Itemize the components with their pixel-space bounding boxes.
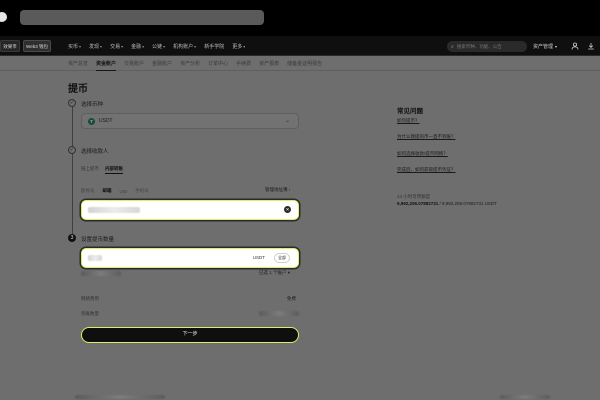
chevron-down-icon: ▾ <box>121 43 124 49</box>
next-button[interactable]: 下一步 <box>81 327 299 343</box>
faq-item[interactable]: 为什么我提的币一直不到账？ <box>397 134 456 140</box>
daily-limit-label: 24 小时可用额度 <box>397 194 431 199</box>
step2-label: 选择收款人 <box>81 149 109 155</box>
app-header: 效果币 Web3 钱包 买币 ▾ 发现 ▾ 交易 ▾ 金融 ▾ 公链 ▾ 机构账户 ▾ 新手… <box>0 36 600 56</box>
chevron-down-icon: ⌄ <box>284 118 290 124</box>
redacted-footer-text <box>500 395 550 399</box>
withdraw-all-button[interactable]: 全部 <box>274 253 290 263</box>
step1-label: 选择币种 <box>81 102 104 108</box>
chevron-down-icon: ▾ <box>100 43 103 49</box>
faq-title: 常见问题 <box>397 108 423 115</box>
chevron-down-icon: ▾ <box>142 43 145 49</box>
subnav-asset-analysis[interactable]: 资产分析 <box>180 57 200 71</box>
nav-item-trade[interactable]: 交易 ▾ <box>110 43 123 50</box>
bottom-redacted-row <box>0 392 600 400</box>
step2-check-icon: ✓ <box>68 146 76 154</box>
usdt-coin-icon: T <box>88 117 95 125</box>
chevron-down-icon: ▾ <box>194 43 197 49</box>
coin-select[interactable]: T USDT ⌄ <box>81 113 299 129</box>
clear-icon[interactable]: ✕ <box>284 206 291 213</box>
selected-accounts-dropdown[interactable]: 已选 1 个账户 ▾ <box>259 270 290 276</box>
daily-limit-value: 9,992,206.07882731 / 9,992,206.07882731 … <box>397 201 497 206</box>
nav-item-institutional[interactable]: 机构账户 ▾ <box>173 43 196 50</box>
search-placeholder: 搜索币种、功能、公告 <box>456 43 502 49</box>
browser-top-bar <box>0 0 600 36</box>
subnav-proof-of-reserves[interactable]: 储备金证明报告 <box>287 57 322 71</box>
faq-item[interactable]: 完成后，如何获取提币凭证？ <box>397 167 456 173</box>
chevron-down-icon: ▾ <box>79 43 82 49</box>
main-nav: 买币 ▾ 发现 ▾ 交易 ▾ 金融 ▾ 公链 ▾ 机构账户 ▾ 新手学院 更多 ▾ <box>68 36 245 56</box>
subnav-trading-account[interactable]: 交易账户 <box>124 57 144 71</box>
nav-item-finance[interactable]: 金融 ▾ <box>131 43 144 50</box>
stepper-line <box>71 104 73 239</box>
method-email[interactable]: 邮箱 <box>103 188 112 194</box>
tab-internal-transfer[interactable]: 内部转账 <box>105 164 123 174</box>
url-bar[interactable] <box>20 10 264 25</box>
user-icon[interactable] <box>571 42 579 50</box>
redacted-footer-text <box>75 395 165 399</box>
coin-name: USDT <box>99 118 113 124</box>
network-fee-label: 网络费用 <box>81 296 99 301</box>
nav-item-chain[interactable]: 公链 ▾ <box>152 43 165 50</box>
sub-nav: 资产总览 资金账户 交易账户 金融账户 资产分析 订单中心 手续费 资产报表 储… <box>0 57 600 71</box>
nav-item-more[interactable]: 更多 ▾ <box>232 43 245 50</box>
nav-item-discover[interactable]: 发现 ▾ <box>89 43 102 50</box>
subnav-asset-report[interactable]: 资产报表 <box>259 57 279 71</box>
chevron-down-icon: ▾ <box>555 43 558 49</box>
web3-wallet-tag[interactable]: Web3 钱包 <box>23 40 51 52</box>
browser-dot-icon <box>0 12 7 22</box>
receive-amount-label: 到账数量 <box>81 311 99 316</box>
faq-item[interactable]: 如何提币？ <box>397 118 420 124</box>
download-icon[interactable] <box>587 42 595 50</box>
subnav-finance-account[interactable]: 金融账户 <box>152 57 172 71</box>
step1-check-icon: ✓ <box>68 99 76 107</box>
method-phone[interactable]: 手机号 <box>135 188 149 194</box>
page-title: 提币 <box>68 84 88 95</box>
step3-marker: 3 <box>68 234 76 242</box>
nav-item-buy[interactable]: 买币 ▾ <box>68 43 81 50</box>
search-icon: ⌕ <box>451 43 454 50</box>
method-okx-id[interactable]: 欧易号 <box>81 188 95 194</box>
redacted-amount <box>88 255 102 261</box>
subnav-asset-overview[interactable]: 资产总览 <box>68 57 88 71</box>
method-uid[interactable]: UID <box>120 189 128 194</box>
redacted-available-text <box>81 271 121 276</box>
recipient-method-row: 欧易号 邮箱 UID 手机号 <box>81 187 149 195</box>
recipient-email-field[interactable]: ✕ <box>81 200 299 220</box>
step3-label: 设置提币数量 <box>81 237 115 243</box>
subnav-funding-account[interactable]: 资金账户 <box>96 57 117 71</box>
withdraw-amount-field[interactable]: USDT 全部 <box>81 248 299 268</box>
amount-unit: USDT <box>252 255 265 260</box>
network-fee-value: 免费 <box>287 296 296 301</box>
exchange-tag[interactable]: 效果币 <box>0 40 20 52</box>
nav-item-academy[interactable]: 新手学院 <box>204 43 224 50</box>
chevron-down-icon: ▾ <box>163 43 166 49</box>
subnav-fees[interactable]: 手续费 <box>236 57 251 71</box>
recipient-tabs: 链上提币 内部转账 <box>81 164 123 174</box>
faq-item[interactable]: 如何选择收款/提币网络？ <box>397 151 448 157</box>
manage-address-book-link[interactable]: 管理地址簿 › <box>265 187 290 193</box>
asset-management-menu[interactable]: 资产管理 ▾ <box>533 36 557 56</box>
redacted-receive-amount <box>259 311 299 316</box>
tab-onchain-withdraw[interactable]: 链上提币 <box>81 164 99 174</box>
chevron-down-icon: ▾ <box>243 43 246 49</box>
search-input[interactable]: ⌕ 搜索币种、功能、公告 <box>447 41 527 52</box>
redacted-email <box>88 207 140 213</box>
subnav-order-center[interactable]: 订单中心 <box>208 57 228 71</box>
